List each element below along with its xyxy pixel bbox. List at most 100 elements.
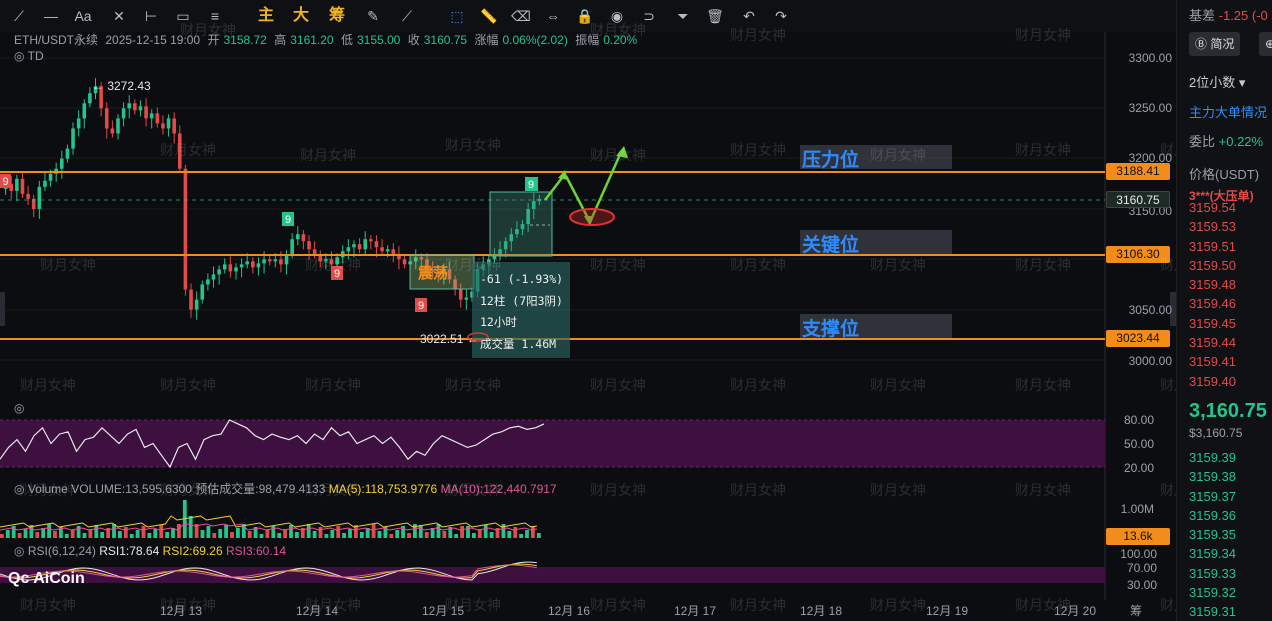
candle-body — [88, 93, 92, 104]
candle-body — [144, 106, 148, 119]
select-icon[interactable]: ⬚ — [446, 6, 468, 26]
rsi3-value: RSI3:60.14 — [226, 544, 287, 558]
x-axis-label: 12月 17 — [674, 604, 717, 618]
volume-bar — [295, 532, 299, 538]
decimals-select[interactable]: 2位小数 ▾ — [1189, 72, 1245, 91]
lock-icon[interactable]: 🔒 — [574, 6, 596, 26]
ask-price-row[interactable]: 3159.51 — [1189, 237, 1236, 256]
eye-toggle-icon[interactable]: ◎ — [14, 401, 24, 415]
ask-price-row[interactable]: 3159.41 — [1189, 352, 1236, 371]
horizontal-line-icon[interactable]: — — [40, 6, 62, 26]
filter-icon[interactable]: ⏷ — [672, 6, 694, 26]
candle-body — [385, 249, 390, 252]
volume-bar — [206, 526, 211, 538]
candle-body — [262, 259, 266, 264]
trash-icon[interactable]: 🗑 — [704, 6, 726, 26]
ruler-icon[interactable]: 📏 — [478, 6, 500, 26]
x-axis-label: 12月 16 — [548, 604, 591, 618]
bid-price-row[interactable]: 3159.35 — [1189, 525, 1236, 544]
bid-price-row[interactable]: 3159.36 — [1189, 506, 1236, 525]
resistance-label: 压力位 — [802, 150, 860, 171]
eye-toggle-icon[interactable]: ◎ — [14, 544, 24, 558]
brush-icon[interactable]: ⟋ — [396, 6, 418, 26]
edit-icon[interactable]: ✎ — [362, 6, 384, 26]
rsi-label: RSI(6,12,24) — [27, 544, 96, 558]
undo-icon[interactable]: ↶ — [738, 6, 760, 26]
main-indicator-button[interactable]: 主 — [255, 6, 277, 26]
volume-bar — [371, 524, 376, 538]
ask-price-row[interactable]: 3159.46 — [1189, 294, 1236, 313]
volume-bar — [289, 525, 293, 538]
candle-body — [60, 158, 64, 169]
eye-toggle-icon[interactable]: ◎ — [14, 482, 24, 496]
key-level-label: 关键位 — [802, 235, 860, 256]
ask-price-row[interactable]: 3159.40 — [1189, 372, 1236, 391]
bid-price-row[interactable]: 3159.37 — [1189, 487, 1236, 506]
volume-bar — [348, 529, 352, 538]
candle-body — [183, 168, 188, 290]
candle-body — [458, 289, 463, 300]
resistance-price-tag: 3188.41 — [1106, 163, 1170, 180]
candle-body — [121, 108, 126, 119]
chips-shortcut[interactable]: 筹 — [1130, 602, 1142, 619]
big-order-button[interactable]: 大 — [290, 6, 312, 26]
x-axis-label: 12月 20 — [1054, 604, 1097, 618]
eye-icon[interactable]: ◉ — [606, 6, 628, 26]
more-button[interactable]: ⊕ — [1259, 32, 1272, 56]
ask-price-row[interactable]: 3159.53 — [1189, 217, 1236, 236]
candle-body — [391, 249, 396, 255]
volume-tag: 13.6k — [1106, 528, 1170, 545]
bid-price-row[interactable]: 3159.34 — [1189, 544, 1236, 563]
ask-price-row[interactable]: 3159.54 — [1189, 198, 1236, 217]
td-indicator-label[interactable]: ◎ TD — [14, 49, 44, 63]
open-label: 开 — [207, 33, 220, 47]
volume-bar — [135, 530, 140, 538]
candle-body — [133, 103, 137, 111]
price-axis-label: 3000.00 — [1128, 354, 1172, 368]
volume-bar — [259, 534, 264, 538]
ray-icon[interactable]: ⊢ — [140, 6, 162, 26]
price-axis-label: 3050.00 — [1128, 303, 1172, 317]
bid-price-row[interactable]: 3159.39 — [1189, 448, 1236, 467]
price-chart[interactable]: 9 9 9 9 9 — [0, 32, 1176, 621]
volume-bar — [424, 532, 429, 538]
redo-icon[interactable]: ↷ — [770, 6, 792, 26]
datetime-label: 2025-12-15 19:00 — [105, 33, 201, 47]
volume-bar — [395, 530, 400, 538]
ask-price-row[interactable]: 3159.45 — [1189, 314, 1236, 333]
bid-price-row[interactable]: 3159.31 — [1189, 602, 1236, 621]
ask-price-row[interactable]: 3159.44 — [1189, 333, 1236, 352]
volume-bar — [123, 527, 128, 538]
ask-price-row[interactable]: 3159.50 — [1189, 256, 1236, 275]
ask-price-row[interactable]: 3159.48 — [1189, 275, 1236, 294]
measure-icon[interactable]: ⇔ — [542, 6, 564, 26]
volume-bar — [277, 533, 282, 538]
td-label: TD — [27, 49, 44, 63]
candle-body — [26, 193, 30, 199]
volume-estimate: 预估成交量:98,479.4133 — [195, 482, 326, 496]
candle-body — [37, 186, 42, 209]
bid-price-row[interactable]: 3159.38 — [1189, 467, 1236, 486]
last-price-usd: $3,160.75 — [1189, 426, 1243, 440]
cross-tool-icon[interactable]: ✕ — [108, 6, 130, 26]
font-size-button[interactable]: Aa — [72, 6, 94, 26]
eraser-icon[interactable]: ⌫ — [510, 6, 532, 26]
symbol-label[interactable]: ETH/USDT永续 — [14, 33, 98, 47]
bid-price-row[interactable]: 3159.33 — [1189, 564, 1236, 583]
rect-icon[interactable]: ▭ — [172, 6, 194, 26]
volume-bar — [525, 530, 529, 538]
measure-change: -61 (-1.93%) — [480, 272, 564, 286]
volume-bar — [536, 533, 541, 538]
volume-bar — [336, 526, 341, 538]
eye-toggle-icon[interactable]: ◎ — [14, 49, 24, 63]
magnet-icon[interactable]: ⊃ — [638, 6, 660, 26]
main-order-label[interactable]: 主力大单情况 — [1189, 102, 1267, 121]
trend-line-icon[interactable]: ⟋ — [8, 6, 30, 26]
candle-body — [279, 259, 283, 265]
brief-button[interactable]: Ⓑ 简况 — [1189, 32, 1241, 56]
close-label: 收 — [407, 33, 420, 47]
td-markers: 9 9 9 9 9 — [0, 174, 538, 312]
fib-icon[interactable]: ≡ — [204, 6, 226, 26]
chips-button[interactable]: 筹 — [326, 6, 348, 26]
bid-price-row[interactable]: 3159.32 — [1189, 583, 1236, 602]
